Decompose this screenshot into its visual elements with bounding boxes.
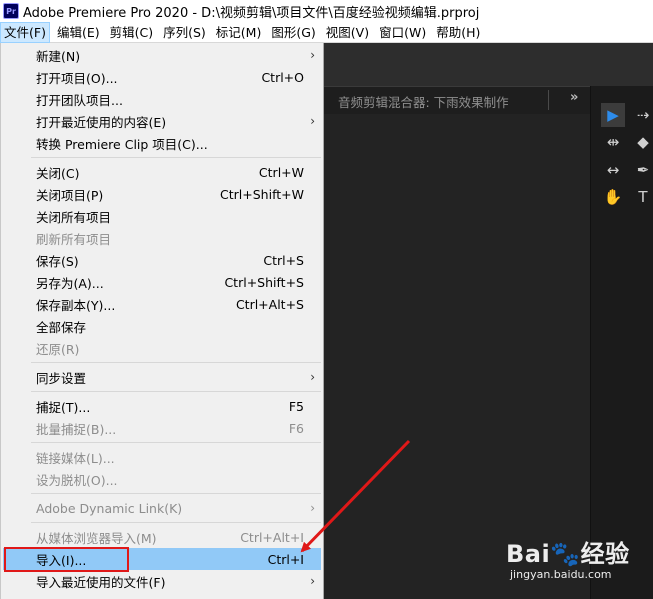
menu-item-label: 还原(R) — [36, 341, 80, 357]
menu-item-batch-capture[interactable]: 批量捕捉(B)... F6 — [3, 417, 321, 439]
submenu-arrow-icon: › — [310, 501, 315, 515]
menu-item-revert[interactable]: 还原(R) — [3, 337, 321, 359]
menu-separator — [31, 391, 321, 392]
menu-item-label: 关闭项目(P) — [36, 187, 104, 203]
menu-item-shortcut: Ctrl+O — [261, 69, 304, 85]
menu-item-shortcut: Ctrl+Alt+S — [235, 296, 304, 312]
track-select-tool-icon[interactable]: ⇢ — [631, 103, 653, 127]
menu-item-label: Adobe Dynamic Link(K) — [36, 500, 183, 516]
audio-mixer-panel-title[interactable]: 音频剪辑混合器: 下雨效果制作 — [338, 92, 509, 111]
menu-separator — [31, 522, 321, 523]
premiere-app-icon[interactable]: Pr — [3, 3, 19, 19]
menu-item-label: 关闭(C) — [36, 165, 80, 181]
menu-separator — [31, 493, 321, 494]
menu-item-label: 打开最近使用的内容(E) — [36, 114, 167, 130]
menu-item-label: 另存为(A)... — [36, 275, 104, 291]
menu-item-open-team-project[interactable]: 打开团队项目... — [3, 88, 321, 110]
menu-item-shortcut: Ctrl+Shift+W — [220, 186, 304, 202]
menu-item-close-project[interactable]: 关闭项目(P) Ctrl+Shift+W — [3, 183, 321, 205]
baidu-jingyan-watermark: Bai🐾经验 jingyan.baidu.com — [500, 530, 650, 590]
menu-item-label: 保存(S) — [36, 253, 79, 269]
submenu-arrow-icon: › — [310, 574, 315, 588]
watermark-url: jingyan.baidu.com — [510, 568, 612, 581]
selection-tool-icon[interactable]: ▶ — [601, 103, 625, 127]
type-tool-icon[interactable]: T — [631, 185, 653, 209]
menu-help[interactable]: 帮助(H) — [433, 22, 483, 43]
menu-item-sync-settings[interactable]: 同步设置 › — [3, 366, 321, 388]
menu-separator — [31, 442, 321, 443]
menu-item-shortcut: Ctrl+I — [267, 551, 304, 567]
menu-item-label: 批量捕捉(B)... — [36, 421, 117, 437]
menu-item-label: 捕捉(T)... — [36, 399, 91, 415]
menu-file[interactable]: 文件(F) — [0, 21, 50, 43]
title-bar: Pr Adobe Premiere Pro 2020 - D:\视频剪辑\项目文… — [0, 0, 653, 22]
hand-tool-icon[interactable]: ✋ — [601, 185, 625, 209]
menu-item-label: 打开团队项目... — [36, 92, 123, 108]
menu-item-import-from-media-browser[interactable]: 从媒体浏览器导入(M) Ctrl+Alt+I — [3, 526, 321, 548]
submenu-arrow-icon: › — [310, 370, 315, 384]
menu-item-label: 刷新所有项目 — [36, 231, 112, 247]
menu-item-shortcut: Ctrl+W — [258, 164, 304, 180]
baidu-paw-icon: 🐾 — [550, 540, 581, 568]
ripple-edit-tool-icon[interactable]: ⇹ — [601, 130, 625, 154]
menu-item-shortcut: Ctrl+Alt+I — [240, 529, 304, 545]
menu-item-save[interactable]: 保存(S) Ctrl+S — [3, 249, 321, 271]
razor-tool-icon[interactable]: ◆ — [631, 130, 653, 154]
menu-item-open-recent[interactable]: 打开最近使用的内容(E) › — [3, 110, 321, 132]
menu-clip[interactable]: 剪辑(C) — [107, 22, 156, 43]
menu-item-refresh-all-projects[interactable]: 刷新所有项目 — [3, 227, 321, 249]
menu-item-dynamic-link[interactable]: Adobe Dynamic Link(K) › — [3, 497, 321, 519]
baidu-logo: Bai🐾经验 — [506, 540, 630, 568]
menu-item-make-offline[interactable]: 设为脱机(O)... — [3, 468, 321, 490]
menu-item-label: 链接媒体(L)... — [36, 450, 115, 466]
menu-item-shortcut: Ctrl+Shift+S — [224, 274, 304, 290]
menu-item-label: 打开项目(O)... — [36, 70, 118, 86]
menu-item-convert-clip[interactable]: 转换 Premiere Clip 项目(C)... — [3, 132, 321, 154]
menu-item-new[interactable]: 新建(N) › — [3, 44, 321, 66]
menu-item-label: 转换 Premiere Clip 项目(C)... — [36, 136, 208, 152]
panel-divider — [548, 90, 549, 110]
menu-markers[interactable]: 标记(M) — [213, 22, 265, 43]
menu-item-save-all[interactable]: 全部保存 — [3, 315, 321, 337]
tools-panel: ▶ ⇢ ⇹ ◆ ↔ ✒ ✋ T — [590, 86, 653, 599]
menu-sequence[interactable]: 序列(S) — [160, 22, 209, 43]
menu-item-label: 全部保存 — [36, 319, 87, 335]
menu-item-label: 保存副本(Y)... — [36, 297, 116, 313]
menu-item-close-all-projects[interactable]: 关闭所有项目 — [3, 205, 321, 227]
menu-item-label: 导入最近使用的文件(F) — [36, 574, 166, 590]
menu-separator — [31, 362, 321, 363]
menu-separator — [31, 157, 321, 158]
menu-item-save-copy[interactable]: 保存副本(Y)... Ctrl+Alt+S — [3, 293, 321, 315]
menu-item-save-as[interactable]: 另存为(A)... Ctrl+Shift+S — [3, 271, 321, 293]
menu-item-link-media[interactable]: 链接媒体(L)... — [3, 446, 321, 468]
menu-item-label: 关闭所有项目 — [36, 209, 112, 225]
menu-view[interactable]: 视图(V) — [323, 22, 372, 43]
menu-item-import-recent-file[interactable]: 导入最近使用的文件(F) › — [3, 570, 321, 592]
menu-item-shortcut: F5 — [288, 398, 304, 414]
menu-item-label: 设为脱机(O)... — [36, 472, 118, 488]
menu-item-capture[interactable]: 捕捉(T)... F5 — [3, 395, 321, 417]
window-title: Adobe Premiere Pro 2020 - D:\视频剪辑\项目文件\百… — [23, 5, 480, 21]
menu-item-label: 从媒体浏览器导入(M) — [36, 530, 157, 546]
top-strip — [322, 43, 653, 86]
menu-window[interactable]: 窗口(W) — [376, 22, 429, 43]
menu-item-label: 新建(N) — [36, 48, 81, 64]
menu-item-shortcut: F6 — [288, 420, 304, 436]
file-menu-dropdown: 新建(N) › 打开项目(O)... Ctrl+O 打开团队项目... 打开最近… — [0, 43, 324, 599]
menu-item-close[interactable]: 关闭(C) Ctrl+W — [3, 161, 321, 183]
menu-bar: 文件(F) 编辑(E) 剪辑(C) 序列(S) 标记(M) 图形(G) 视图(V… — [0, 21, 653, 43]
highlight-callout-box — [4, 547, 129, 572]
submenu-arrow-icon: › — [310, 48, 315, 62]
slip-tool-icon[interactable]: ↔ — [601, 158, 625, 182]
menu-edit[interactable]: 编辑(E) — [54, 22, 103, 43]
submenu-arrow-icon: › — [310, 114, 315, 128]
pen-tool-icon[interactable]: ✒ — [631, 158, 653, 182]
menu-item-open-project[interactable]: 打开项目(O)... Ctrl+O — [3, 66, 321, 88]
audio-mixer-panel-body — [322, 114, 590, 599]
menu-item-label: 同步设置 — [36, 370, 87, 386]
menu-item-shortcut: Ctrl+S — [263, 252, 304, 268]
panel-overflow-icon[interactable]: » — [570, 90, 578, 105]
menu-graphics[interactable]: 图形(G) — [268, 22, 318, 43]
